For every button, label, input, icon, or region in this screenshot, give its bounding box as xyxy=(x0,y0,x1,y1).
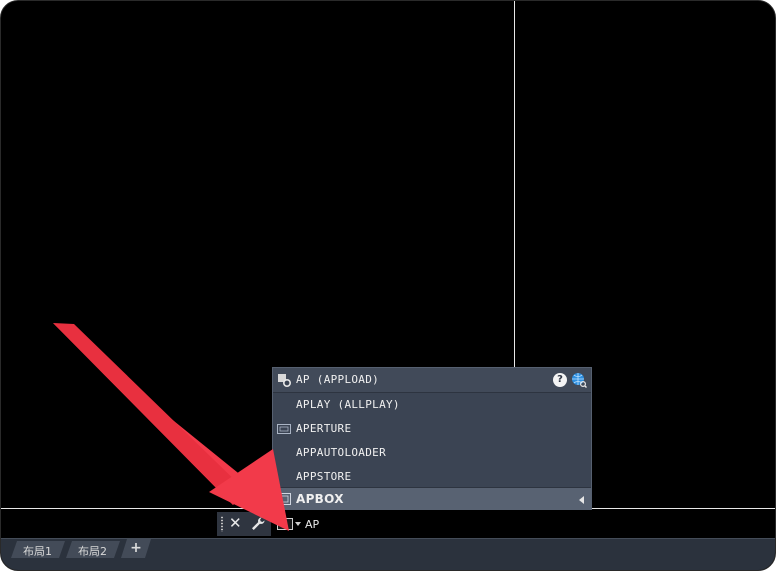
autocomplete-item-aperture[interactable]: APERTURE xyxy=(273,417,591,441)
tab-layout1[interactable]: 布局1 xyxy=(11,541,65,558)
command-line-toolbar: ✕ xyxy=(217,512,271,536)
apbox-icon xyxy=(277,493,291,505)
close-icon[interactable]: ✕ xyxy=(229,514,242,532)
command-autocomplete-list: AP (APPLOAD) ? APLAY (ALLPLAY) APERTURE … xyxy=(272,367,592,510)
autocomplete-item-apbox[interactable]: APBOX xyxy=(273,488,591,510)
autocomplete-item-label: APLAY (ALLPLAY) xyxy=(296,398,400,411)
add-layout-tab-button[interactable]: + xyxy=(121,539,151,558)
autocomplete-item-label: AP (APPLOAD) xyxy=(296,373,380,386)
wrench-icon[interactable] xyxy=(250,516,266,532)
layout-tab-bar: 布局1 布局2 + xyxy=(1,538,775,570)
autocomplete-item-appstore[interactable]: APPSTORE xyxy=(273,465,591,489)
command-input[interactable]: AP xyxy=(305,518,319,531)
expand-left-caret-icon[interactable] xyxy=(579,496,584,504)
autocomplete-item-label: APERTURE xyxy=(296,422,352,435)
help-icon[interactable]: ? xyxy=(553,373,567,387)
command-line[interactable]: AP xyxy=(273,512,775,536)
drawing-area[interactable]: AP (APPLOAD) ? APLAY (ALLPLAY) APERTURE … xyxy=(0,0,776,571)
autocomplete-item-label: APPAUTOLOADER xyxy=(296,446,386,459)
appload-gear-icon xyxy=(278,374,291,387)
aperture-icon xyxy=(277,424,291,434)
drag-handle-icon[interactable] xyxy=(220,516,224,532)
autocomplete-item-appautoloader[interactable]: APPAUTOLOADER xyxy=(273,441,591,465)
autocomplete-item-label: APBOX xyxy=(296,492,344,506)
autocomplete-item-ap[interactable]: AP (APPLOAD) ? xyxy=(273,368,591,392)
command-prompt-icon[interactable] xyxy=(277,518,293,530)
autocomplete-item-aplay[interactable]: APLAY (ALLPLAY) xyxy=(273,393,591,417)
chevron-down-icon[interactable] xyxy=(295,522,301,526)
autocomplete-item-label: APPSTORE xyxy=(296,470,352,483)
tab-layout2[interactable]: 布局2 xyxy=(66,541,120,558)
globe-search-icon[interactable] xyxy=(571,372,587,388)
crosshair-vertical-line xyxy=(514,1,515,367)
